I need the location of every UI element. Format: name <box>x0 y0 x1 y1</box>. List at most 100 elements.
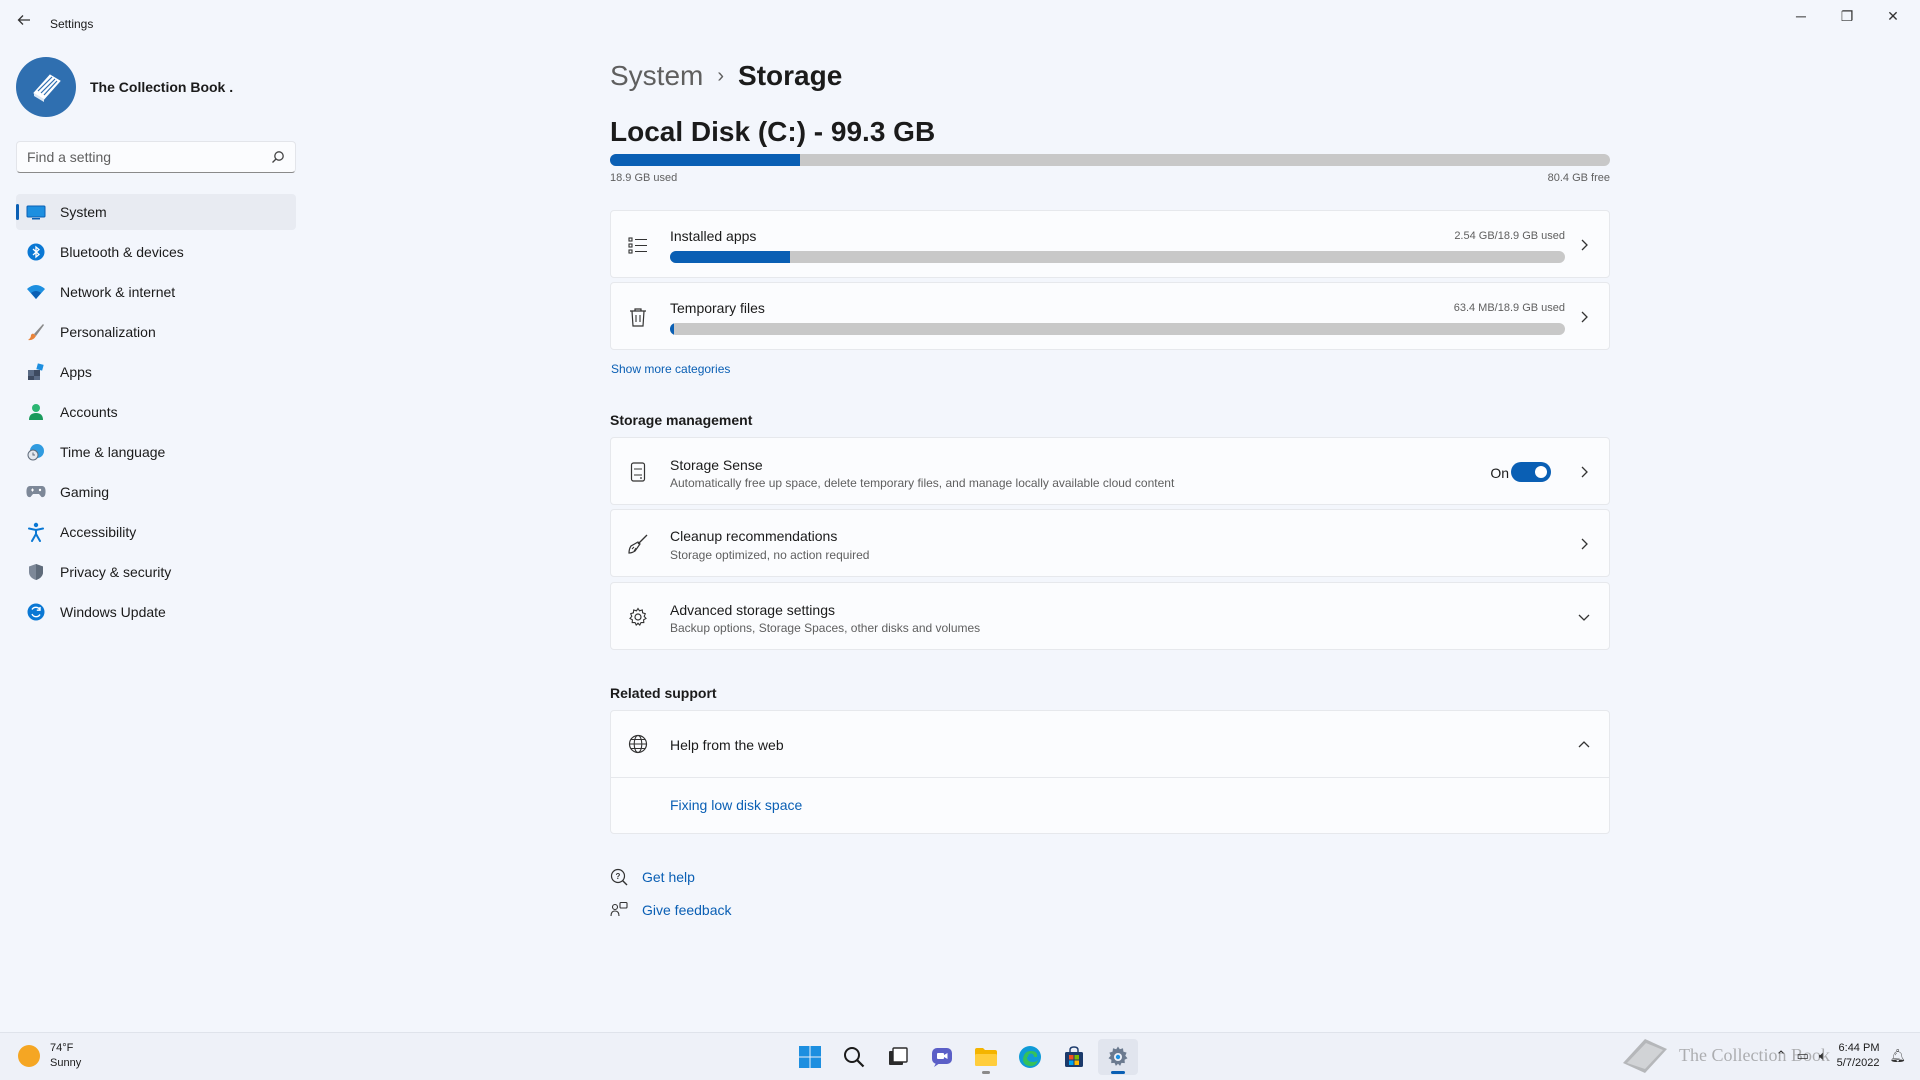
advanced-storage-settings-card[interactable]: Advanced storage settings Backup options… <box>610 582 1610 650</box>
search-input[interactable] <box>27 148 267 166</box>
volume-icon[interactable]: 🔈︎ <box>1819 1048 1827 1064</box>
help-from-web-header[interactable]: Help from the web <box>611 711 1609 778</box>
sidebar-item-apps[interactable]: Apps <box>16 354 296 390</box>
restore-button[interactable]: ❐ <box>1824 6 1870 26</box>
edge-browser-icon <box>1019 1046 1041 1068</box>
taskbar-search-button[interactable] <box>834 1039 874 1075</box>
list-icon <box>627 234 649 256</box>
sidebar-item-privacy-security[interactable]: Privacy & security <box>16 554 296 590</box>
svg-text:?: ? <box>616 872 621 881</box>
fixing-low-disk-space-link[interactable]: Fixing low disk space <box>670 797 802 813</box>
folder-icon <box>975 1048 997 1066</box>
page-title: Storage <box>738 60 843 91</box>
sidebar-item-personalization[interactable]: Personalization <box>16 314 296 350</box>
start-button[interactable] <box>790 1039 830 1075</box>
sidebar-item-label: Bluetooth & devices <box>60 244 184 260</box>
profile[interactable]: The Collection Book . <box>16 57 233 117</box>
system-icon <box>26 202 46 222</box>
sidebar-item-system[interactable]: System <box>16 194 296 230</box>
installed-apps-bar <box>670 251 1565 263</box>
sidebar-item-accessibility[interactable]: Accessibility <box>16 514 296 550</box>
temporary-files-title: Temporary files <box>670 300 765 316</box>
edge-button[interactable] <box>1010 1039 1050 1075</box>
temporary-files-card[interactable]: Temporary files 63.4 MB/18.9 GB used <box>610 282 1610 350</box>
give-feedback-link[interactable]: Give feedback <box>642 902 732 918</box>
notification-icon[interactable]: 🔔︎ <box>1889 1048 1906 1064</box>
sidebar-item-label: Personalization <box>60 324 156 340</box>
clock[interactable]: 6:44 PM 5/7/2022 <box>1837 1041 1880 1071</box>
get-help-link[interactable]: Get help <box>642 869 695 885</box>
gear-icon <box>1108 1046 1128 1066</box>
gear-icon <box>627 606 649 628</box>
sidebar-item-bluetooth[interactable]: Bluetooth & devices <box>16 234 296 270</box>
temporary-files-bar-fill <box>670 323 674 335</box>
profile-name: The Collection Book . <box>90 79 234 95</box>
close-button[interactable]: ✕ <box>1870 6 1916 26</box>
chevron-down-icon <box>1578 614 1590 621</box>
trash-icon <box>627 306 649 328</box>
storage-sense-subtitle: Automatically free up space, delete temp… <box>670 476 1175 490</box>
title-bar: Settings ─ ❐ ✕ <box>0 0 1920 48</box>
file-explorer-button[interactable] <box>966 1039 1006 1075</box>
drive-icon <box>627 461 649 483</box>
main-content: System › Storage Local Disk (C:) - 99.3 … <box>610 56 1610 936</box>
sidebar-item-windows-update[interactable]: Windows Update <box>16 594 296 630</box>
taskbar: 74°F Sunny The Collection Book ⌃ ▭ 🔈︎ 6:… <box>0 1032 1920 1080</box>
toggle-knob <box>1535 466 1547 478</box>
sun-icon <box>18 1045 40 1067</box>
sidebar-item-label: Privacy & security <box>60 564 172 580</box>
chevron-right-icon <box>1581 466 1588 478</box>
storage-sense-toggle[interactable] <box>1511 462 1551 482</box>
chat-button[interactable] <box>922 1039 962 1075</box>
bluetooth-icon <box>26 242 46 262</box>
disk-usage-fill <box>610 154 800 166</box>
store-button[interactable] <box>1054 1039 1094 1075</box>
sidebar-item-time-language[interactable]: Time & language <box>16 434 296 470</box>
storage-sense-toggle-label: On <box>1490 465 1509 481</box>
breadcrumb: System › Storage <box>610 56 1610 96</box>
cleanup-subtitle: Storage optimized, no action required <box>670 548 870 562</box>
task-view-icon <box>889 1047 908 1065</box>
storage-sense-title: Storage Sense <box>670 457 763 473</box>
app-title: Settings <box>50 17 94 31</box>
sidebar-item-accounts[interactable]: Accounts <box>16 394 296 430</box>
weather-text: 74°F Sunny <box>50 1041 81 1071</box>
avatar <box>16 57 76 117</box>
help-chat-icon: ? <box>610 868 628 886</box>
shield-icon <box>26 562 46 582</box>
sidebar-item-network[interactable]: Network & internet <box>16 274 296 310</box>
breadcrumb-system[interactable]: System <box>610 60 703 92</box>
sidebar-item-label: Apps <box>60 364 92 380</box>
cleanup-recommendations-card[interactable]: Cleanup recommendations Storage optimize… <box>610 509 1610 577</box>
disk-used-label: 18.9 GB used <box>610 172 678 184</box>
advanced-storage-subtitle: Backup options, Storage Spaces, other di… <box>670 621 981 635</box>
task-view-button[interactable] <box>878 1039 918 1075</box>
arrow-left-icon <box>17 15 30 25</box>
weather-widget[interactable]: 74°F Sunny <box>18 1041 81 1071</box>
globe-icon <box>627 733 649 755</box>
sidebar-item-label: Accessibility <box>60 524 137 540</box>
brush-icon <box>26 322 46 342</box>
chevron-up-icon[interactable]: ⌃ <box>1776 1048 1787 1064</box>
settings-app-button[interactable] <box>1098 1039 1138 1075</box>
chevron-right-icon <box>1581 239 1588 251</box>
search-box[interactable] <box>16 141 296 173</box>
chevron-up-icon <box>1578 741 1590 748</box>
feedback-icon <box>610 901 628 917</box>
storage-sense-card[interactable]: Storage Sense Automatically free up spac… <box>610 437 1610 505</box>
network-icon[interactable]: ▭ <box>1797 1048 1809 1064</box>
apps-icon <box>26 362 46 382</box>
sidebar-item-gaming[interactable]: Gaming <box>16 474 296 510</box>
show-more-categories-link[interactable]: Show more categories <box>611 362 730 376</box>
give-feedback-row[interactable]: Give feedback <box>610 901 732 919</box>
installed-apps-card[interactable]: Installed apps 2.54 GB/18.9 GB used <box>610 210 1610 278</box>
installed-apps-usage: 2.54 GB/18.9 GB used <box>1454 230 1565 242</box>
clock-time: 6:44 PM <box>1838 1042 1880 1054</box>
get-help-row[interactable]: ? Get help <box>610 868 695 886</box>
search-icon[interactable] <box>271 150 285 164</box>
wifi-icon <box>26 282 46 302</box>
weather-description: Sunny <box>50 1057 82 1069</box>
minimize-button[interactable]: ─ <box>1778 6 1824 26</box>
back-button[interactable] <box>14 12 34 34</box>
store-bag-icon <box>1065 1046 1083 1067</box>
